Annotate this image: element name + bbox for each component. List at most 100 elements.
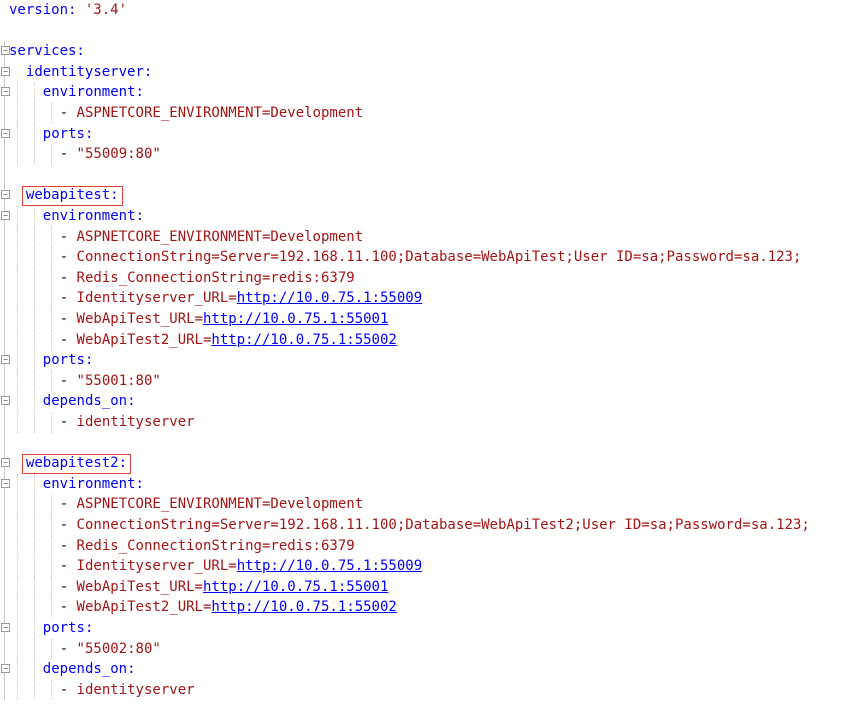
fold-guide-line — [4, 309, 5, 330]
indent-guide — [50, 412, 52, 433]
yaml-value: Identityserver_URL= — [76, 290, 237, 307]
indent-guide — [17, 103, 18, 124]
code-text: - Identityserver_URL=http://10.0.75.1:55… — [60, 556, 422, 577]
indent-guide — [50, 679, 52, 701]
code-line[interactable]: − webapitest2: — [0, 453, 847, 474]
code-line[interactable] — [0, 432, 847, 454]
indent-guide — [33, 144, 35, 165]
indent-guide — [17, 391, 18, 412]
indent-guide — [50, 556, 52, 577]
code-line[interactable]: - WebApiTest_URL=http://10.0.75.1:55001 — [0, 309, 847, 330]
code-line[interactable]: - Redis_ConnectionString=redis:6379 — [0, 267, 847, 289]
yaml-value: ASPNETCORE_ENVIRONMENT=Development — [76, 496, 364, 513]
yaml-value: '3.4' — [84, 2, 128, 18]
code-line[interactable]: - ASPNETCORE_ENVIRONMENT=Development — [0, 226, 847, 248]
collapse-icon[interactable]: − — [1, 458, 10, 468]
code-text: - WebApiTest2_URL=http://10.0.75.1:55002 — [60, 330, 397, 351]
code-text: - ASPNETCORE_ENVIRONMENT=Development — [60, 103, 363, 124]
code-line[interactable]: − identityserver: — [0, 61, 847, 83]
code-line[interactable]: - ASPNETCORE_ENVIRONMENT=Development — [0, 103, 847, 124]
code-line[interactable]: − services: — [0, 41, 847, 62]
code-line[interactable]: − environment: — [0, 206, 847, 227]
url-link[interactable]: http://10.0.75.1:55002 — [211, 332, 396, 348]
list-dash: - — [59, 599, 77, 616]
code-text: - WebApiTest2_URL=http://10.0.75.1:55002 — [60, 597, 397, 618]
code-line[interactable]: - Redis_ConnectionString=redis:6379 — [0, 535, 847, 557]
indent-guide — [33, 391, 35, 412]
indent-guide — [33, 638, 35, 660]
yaml-value: "55001:80" — [76, 372, 161, 389]
yaml-key: ports: — [42, 620, 94, 636]
collapse-icon[interactable]: − — [1, 355, 10, 365]
code-text: - WebApiTest_URL=http://10.0.75.1:55001 — [60, 309, 389, 330]
code-line[interactable]: − webapitest: — [0, 185, 847, 206]
fold-guide-line — [4, 288, 5, 309]
code-line[interactable]: − environment: — [0, 82, 847, 103]
code-line[interactable]: - ConnectionString=Server=192.168.11.100… — [0, 515, 847, 536]
url-link[interactable]: http://10.0.75.1:55001 — [203, 311, 388, 327]
code-line[interactable]: − ports: — [0, 123, 847, 145]
code-line[interactable]: - WebApiTest2_URL=http://10.0.75.1:55002 — [0, 329, 847, 351]
yaml-value: "55002:80" — [76, 640, 161, 657]
code-line[interactable] — [0, 21, 847, 42]
code-line[interactable]: − ports: — [0, 350, 847, 371]
code-line[interactable]: − environment: — [0, 473, 847, 495]
yaml-code-editor[interactable]: version: '3.4' − services: − identityserver:… — [0, 0, 847, 710]
collapse-icon[interactable]: − — [1, 87, 10, 97]
list-dash: - — [59, 372, 77, 389]
code-line[interactable]: - Identityserver_URL=http://10.0.75.1:55… — [0, 556, 847, 577]
yaml-value: Redis_ConnectionString=redis:6379 — [76, 537, 355, 554]
code-line[interactable]: - "55009:80" — [0, 144, 847, 165]
code-line[interactable]: - ConnectionString=Server=192.168.11.100… — [0, 247, 847, 268]
code-line[interactable]: - WebApiTest_URL=http://10.0.75.1:55001 — [0, 576, 847, 598]
url-link[interactable]: http://10.0.75.1:55009 — [237, 290, 422, 306]
code-line[interactable]: - WebApiTest2_URL=http://10.0.75.1:55002 — [0, 597, 847, 618]
code-line[interactable] — [0, 164, 847, 186]
collapse-icon[interactable]: − — [1, 66, 10, 76]
list-dash: - — [59, 290, 77, 307]
yaml-value: ASPNETCORE_ENVIRONMENT=Development — [76, 228, 364, 245]
indent-guide — [33, 535, 35, 557]
collapse-icon[interactable]: − — [1, 128, 10, 138]
code-line[interactable]: - identityserver — [0, 679, 847, 701]
code-text: ports: — [43, 618, 94, 639]
code-line[interactable]: − depends_on: — [0, 659, 847, 680]
code-line[interactable]: - identityserver — [0, 412, 847, 433]
code-text: - identityserver — [60, 412, 195, 433]
indent-guide — [17, 123, 18, 145]
collapse-icon[interactable]: − — [1, 396, 10, 406]
collapse-icon[interactable]: − — [1, 664, 10, 674]
code-line[interactable]: - ASPNETCORE_ENVIRONMENT=Development — [0, 494, 847, 515]
yaml-value: Identityserver_URL= — [76, 558, 237, 575]
fold-guide-line — [4, 679, 5, 701]
code-text: environment: — [43, 206, 144, 227]
indent-guide — [33, 618, 35, 639]
indent-guide — [33, 597, 35, 618]
url-link[interactable]: http://10.0.75.1:55001 — [203, 579, 388, 595]
code-line[interactable]: − ports: — [0, 618, 847, 639]
code-text: services: — [9, 41, 85, 62]
indent-guide — [17, 515, 18, 536]
collapse-icon[interactable]: − — [1, 190, 10, 200]
fold-guide-line — [4, 144, 5, 165]
code-line[interactable]: - Identityserver_URL=http://10.0.75.1:55… — [0, 288, 847, 309]
code-line[interactable]: − depends_on: — [0, 391, 847, 412]
indent-guide — [17, 494, 18, 515]
code-text: - "55002:80" — [60, 639, 161, 660]
indent-guide — [17, 144, 18, 165]
url-link[interactable]: http://10.0.75.1:55002 — [211, 599, 396, 615]
list-dash: - — [59, 640, 77, 657]
url-link[interactable]: http://10.0.75.1:55009 — [237, 558, 422, 574]
code-line[interactable]: - "55002:80" — [0, 638, 847, 660]
list-dash: - — [59, 249, 77, 266]
collapse-icon[interactable]: − — [1, 211, 10, 220]
collapse-icon[interactable]: − — [1, 623, 10, 632]
list-dash: - — [59, 105, 77, 121]
collapse-icon[interactable]: − — [1, 478, 10, 488]
yaml-value: ASPNETCORE_ENVIRONMENT=Development — [76, 105, 364, 121]
code-line[interactable]: - "55001:80" — [0, 370, 847, 392]
code-line[interactable]: version: '3.4' — [0, 0, 847, 21]
yaml-key: depends_on: — [42, 393, 136, 410]
yaml-key: identityserver: — [25, 63, 153, 80]
yaml-value: identityserver — [76, 681, 195, 698]
